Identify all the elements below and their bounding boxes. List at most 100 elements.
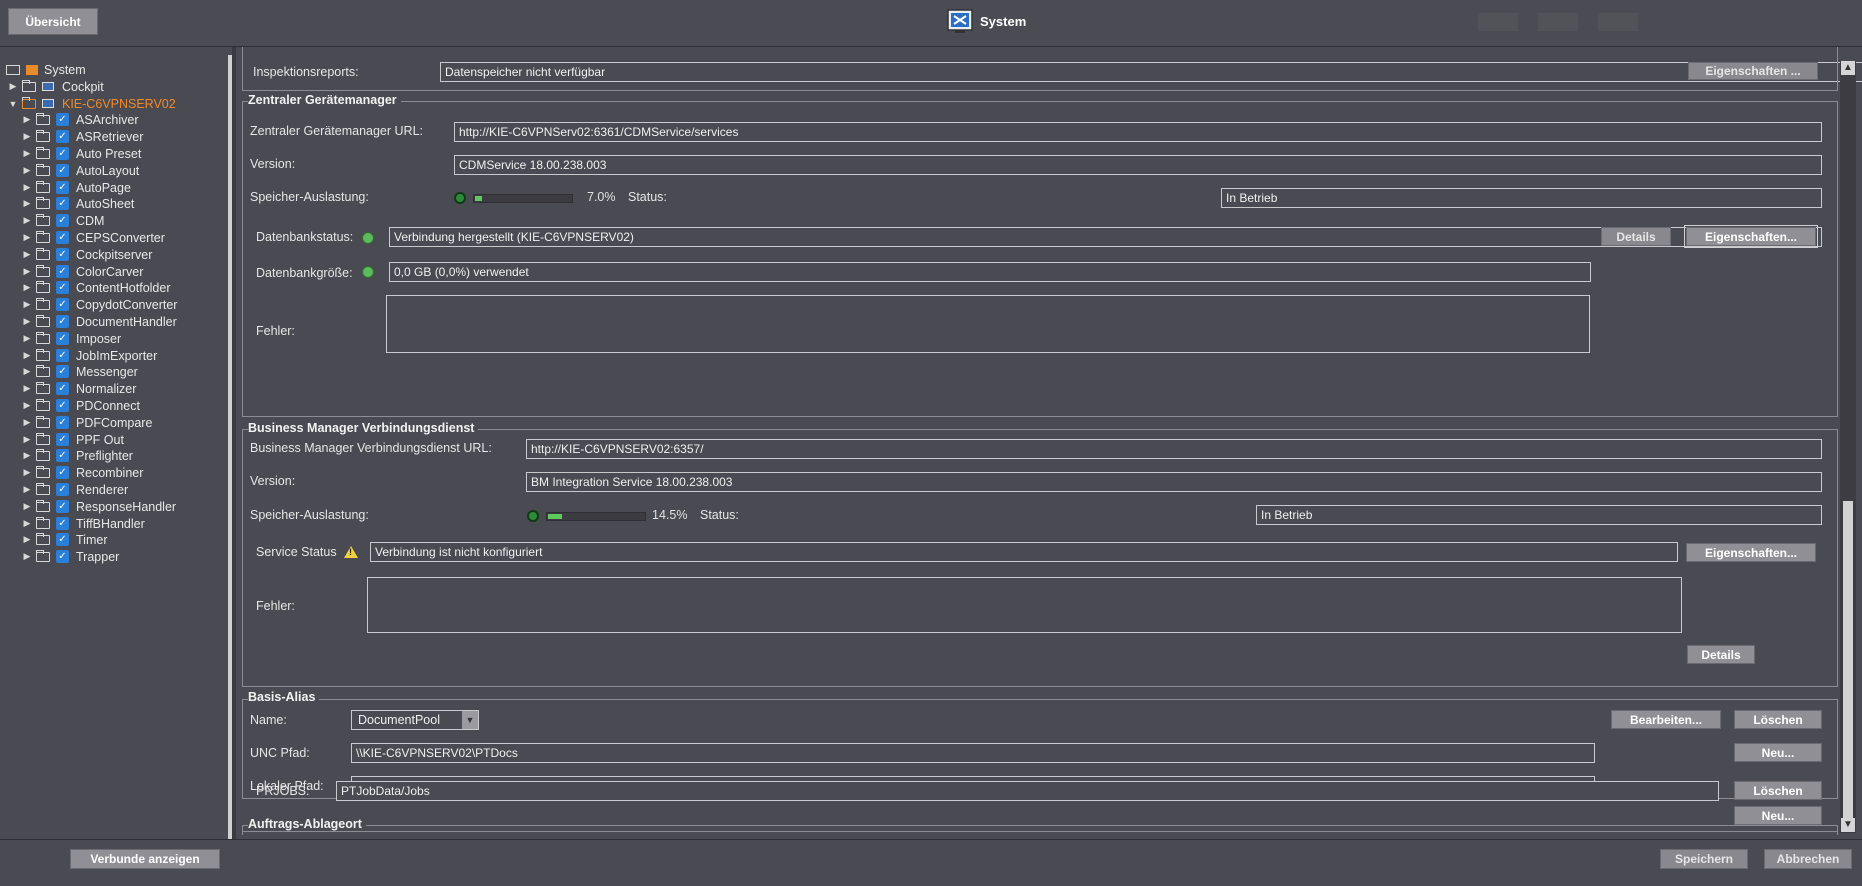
service-check-icon: ✓ <box>56 147 69 160</box>
folder-icon <box>36 381 50 394</box>
service-status-field: Verbindung ist nicht konfiguriert <box>370 542 1678 562</box>
bm-storage-bar-fill <box>548 514 562 519</box>
service-status-label: Service Status <box>256 545 337 559</box>
chevron-right-icon[interactable]: ▶ <box>22 501 32 512</box>
chevron-right-icon[interactable]: ▶ <box>22 232 32 243</box>
unc-path-field[interactable]: \\KIE-C6VPNSERV02\PTDocs <box>351 743 1595 763</box>
chevron-right-icon[interactable]: ▶ <box>22 114 32 125</box>
chevron-right-icon[interactable]: ▶ <box>22 249 32 260</box>
bm-details-button[interactable]: Details <box>1687 645 1755 664</box>
chevron-right-icon[interactable]: ▶ <box>22 131 32 142</box>
service-check-icon: ✓ <box>56 281 69 294</box>
bm-section-title: Business Manager Verbindungsdienst <box>248 421 479 435</box>
save-button[interactable]: Speichern <box>1660 849 1748 869</box>
service-check-icon: ✓ <box>56 214 69 227</box>
chevron-right-icon[interactable]: ▶ <box>22 434 32 445</box>
alias-name-dropdown[interactable]: DocumentPool ▼ <box>351 710 479 730</box>
folder-icon <box>36 532 50 545</box>
chevron-right-icon[interactable]: ▶ <box>22 316 32 327</box>
alias-name-label: Name: <box>250 713 287 727</box>
chevron-right-icon[interactable]: ▶ <box>22 165 32 176</box>
bm-storage-label: Speicher-Auslastung: <box>250 508 369 522</box>
service-check-icon: ✓ <box>56 298 69 311</box>
chevron-right-icon[interactable]: ▶ <box>22 182 32 193</box>
scroll-down-icon[interactable]: ▼ <box>1841 818 1855 832</box>
overview-button[interactable]: Übersicht <box>8 8 98 35</box>
tree-label: ResponseHandler <box>76 499 177 514</box>
chevron-right-icon[interactable]: ▶ <box>22 198 32 209</box>
tree-label: AutoLayout <box>76 163 140 178</box>
chevron-right-icon[interactable]: ▶ <box>8 81 18 92</box>
chevron-right-icon[interactable]: ▶ <box>22 534 32 545</box>
bm-error-area[interactable] <box>367 577 1682 633</box>
tree-label: PDConnect <box>76 398 140 413</box>
toolbar-placeholder <box>1598 13 1638 31</box>
chevron-right-icon[interactable]: ▶ <box>22 518 32 529</box>
tree-label: Messenger <box>76 364 138 379</box>
service-check-icon: ✓ <box>56 382 69 395</box>
chevron-right-icon[interactable]: ▶ <box>22 215 32 226</box>
chevron-right-icon[interactable]: ▶ <box>22 266 32 277</box>
service-check-icon: ✓ <box>56 416 69 429</box>
cdm-storage-status-led <box>454 192 466 204</box>
bm-properties-button[interactable]: Eigenschaften... <box>1686 543 1816 562</box>
folder-icon <box>36 129 50 142</box>
jobs-new-button[interactable]: Neu... <box>1734 806 1822 825</box>
tree-label: Timer <box>76 532 108 547</box>
chevron-right-icon[interactable]: ▶ <box>22 383 32 394</box>
scroll-up-icon[interactable]: ▲ <box>1841 61 1855 75</box>
chevron-right-icon[interactable]: ▶ <box>22 450 32 461</box>
jobs-delete-button[interactable]: Löschen <box>1734 781 1822 800</box>
alias-edit-button[interactable]: Bearbeiten... <box>1611 710 1721 729</box>
chevron-right-icon[interactable]: ▶ <box>22 350 32 361</box>
main-content: Inspektionsreports: Datenspeicher nicht … <box>236 47 1862 839</box>
folder-icon <box>36 549 50 562</box>
main-scrollbar[interactable]: ▲ ▼ <box>1840 61 1856 833</box>
cancel-button[interactable]: Abbrechen <box>1764 849 1852 869</box>
folder-icon <box>36 297 50 310</box>
chevron-right-icon[interactable]: ▶ <box>22 366 32 377</box>
cdm-storage-bar-fill <box>475 196 482 201</box>
scroll-thumb[interactable] <box>1843 501 1853 819</box>
prjobs-field[interactable]: PTJobData/Jobs <box>336 781 1719 801</box>
chevron-down-icon[interactable]: ▼ <box>8 99 18 109</box>
show-groups-button[interactable]: Verbunde anzeigen <box>70 849 220 869</box>
chevron-right-icon[interactable]: ▶ <box>22 282 32 293</box>
cdm-version-label: Version: <box>250 157 296 171</box>
chevron-right-icon[interactable]: ▶ <box>22 299 32 310</box>
chevron-right-icon[interactable]: ▶ <box>22 333 32 344</box>
bm-url-field[interactable]: http://KIE-C6VPNSERV02:6357/ <box>526 439 1822 459</box>
chevron-right-icon[interactable]: ▶ <box>22 400 32 411</box>
tree-label: ColorCarver <box>76 264 144 279</box>
folder-icon <box>36 264 50 277</box>
cdm-error-area[interactable] <box>386 295 1590 353</box>
service-check-icon: ✓ <box>56 500 69 513</box>
chevron-right-icon[interactable]: ▶ <box>22 467 32 478</box>
service-check-icon: ✓ <box>56 365 69 378</box>
chevron-right-icon[interactable]: ▶ <box>22 484 32 495</box>
folder-icon <box>36 415 50 428</box>
folder-icon <box>36 398 50 411</box>
service-check-icon: ✓ <box>56 181 69 194</box>
cdm-status-field: In Betrieb <box>1221 188 1822 208</box>
alias-name-value: DocumentPool <box>358 713 440 727</box>
cdm-url-field[interactable]: http://KIE-C6VPNServ02:6361/CDMService/s… <box>454 122 1822 142</box>
alias-new-button[interactable]: Neu... <box>1734 743 1822 762</box>
db-size-label: Datenbankgröße: <box>256 266 353 280</box>
service-check-icon: ✓ <box>56 197 69 210</box>
tree-node[interactable]: ▶ ✓ Trapper <box>22 547 119 566</box>
cdm-details-button[interactable]: Details <box>1601 227 1671 246</box>
alias-delete-button[interactable]: Löschen <box>1734 710 1822 729</box>
tree-label: System <box>44 62 86 77</box>
chevron-right-icon[interactable]: ▶ <box>22 148 32 159</box>
chevron-right-icon[interactable]: ▶ <box>22 551 32 562</box>
cdm-error-label: Fehler: <box>256 324 295 338</box>
tree-label: JobImExporter <box>76 348 158 363</box>
service-check-icon: ✓ <box>56 231 69 244</box>
chevron-right-icon[interactable]: ▶ <box>22 417 32 428</box>
cdm-properties-button[interactable]: Eigenschaften... <box>1684 225 1818 248</box>
folder-icon <box>36 516 50 529</box>
system-icon <box>26 64 38 75</box>
service-check-icon: ✓ <box>56 265 69 278</box>
folder-icon <box>36 146 50 159</box>
